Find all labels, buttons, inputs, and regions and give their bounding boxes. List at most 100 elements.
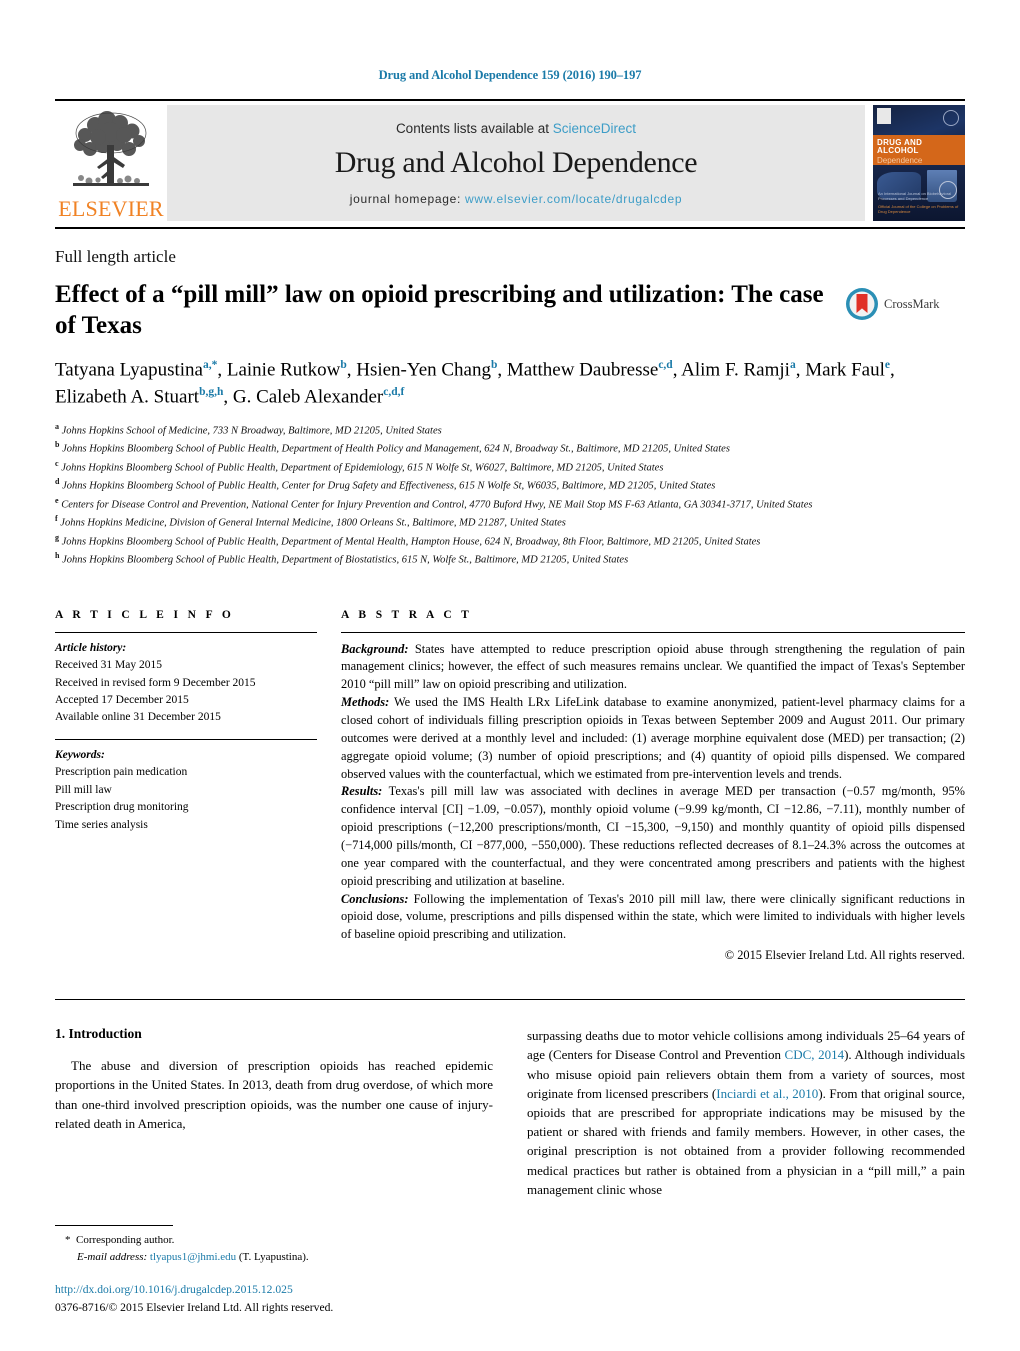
- crossmark-badge[interactable]: CrossMark: [845, 279, 965, 321]
- journal-homepage-link[interactable]: www.elsevier.com/locate/drugalcdep: [465, 192, 682, 206]
- abstract-results-label: Results:: [341, 784, 383, 799]
- keyword-item: Pill mill law: [55, 783, 112, 796]
- author-name[interactable]: Tatyana Lyapustina: [55, 359, 203, 380]
- affiliation-item: a Johns Hopkins School of Medicine, 733 …: [55, 421, 442, 437]
- title-row: Effect of a “pill mill” law on opioid pr…: [55, 279, 965, 341]
- affiliation-item: d Johns Hopkins Bloomberg School of Publ…: [55, 477, 716, 492]
- article-history-item: Available online 31 December 2015: [55, 711, 221, 724]
- abstract-background-text: States have attempted to reduce prescrip…: [341, 641, 965, 692]
- cover-society-seal-icon: [939, 181, 957, 199]
- abstract-conclusions: Conclusions: Following the implementatio…: [341, 891, 965, 945]
- article-type-label: Full length article: [55, 247, 176, 266]
- article-info-heading: A R T I C L E I N F O: [55, 608, 235, 621]
- author-name[interactable]: Lainie Rutkow: [227, 359, 340, 380]
- title-block: Effect of a “pill mill” law on opioid pr…: [55, 279, 845, 341]
- cover-title-line1: DRUG AND ALCOHOL: [877, 138, 923, 156]
- abstract-column: A B S T R A C T Background: States have …: [341, 609, 965, 965]
- affiliation-item: e Centers for Disease Control and Preven…: [55, 495, 813, 511]
- affiliation-item: f Johns Hopkins Medicine, Division of Ge…: [55, 514, 566, 529]
- keyword-items: Prescription pain medication Pill mill la…: [55, 764, 317, 834]
- article-history-item: Received 31 May 2015: [55, 659, 162, 672]
- cover-title-line2: Dependence: [877, 156, 923, 166]
- abstract-heading: A B S T R A C T: [341, 608, 473, 621]
- corresponding-author-line: * Corresponding author.: [55, 1232, 475, 1249]
- author-name[interactable]: G. Caleb Alexander: [233, 387, 383, 408]
- abstract-background: Background: States have attempted to red…: [341, 641, 965, 695]
- keyword-item: Prescription drug monitoring: [55, 801, 189, 814]
- abstract-methods-label: Methods:: [341, 695, 390, 710]
- body-columns: 1. Introduction The abuse and diversion …: [55, 1026, 965, 1199]
- abstract-copyright: © 2015 Elsevier Ireland Ltd. All rights …: [724, 948, 965, 963]
- footnote-rule: [55, 1225, 173, 1226]
- page-title: Effect of a “pill mill” law on opioid pr…: [55, 281, 824, 339]
- affiliation-mark: b: [55, 440, 60, 450]
- affiliation-mark: d: [55, 477, 60, 487]
- affiliation-item: g Johns Hopkins Bloomberg School of Publ…: [55, 532, 761, 548]
- cover-circle-icon: [943, 110, 959, 126]
- author-affiliation-marks: c,d,f: [383, 386, 405, 399]
- abstract-background-label: Background:: [341, 641, 409, 656]
- affiliation-mark: h: [55, 551, 60, 561]
- affiliation-mark: a: [55, 421, 59, 431]
- affiliation-mark: g: [55, 532, 59, 542]
- abstract-conclusions-text: Following the implementation of Texas's …: [341, 891, 965, 942]
- author-affiliation-marks: c,d: [658, 359, 673, 371]
- introduction-paragraph-left: The abuse and diversion of prescription …: [55, 1058, 493, 1131]
- journal-cover-thumbnail: DRUG AND ALCOHOL Dependence An Internati…: [873, 105, 965, 221]
- elsevier-tree-icon: [73, 111, 149, 186]
- article-history-items: Received 31 May 2015 Received in revised …: [55, 657, 317, 727]
- homepage-prefix: journal homepage:: [349, 191, 466, 206]
- keywords-label: Keywords:: [55, 748, 105, 761]
- doi-link[interactable]: http://dx.doi.org/10.1016/j.drugalcdep.2…: [55, 1281, 575, 1299]
- article-info-column: A R T I C L E I N F O Article history: R…: [55, 609, 317, 965]
- email-suffix: (T. Lyapustina).: [236, 1250, 309, 1263]
- footnote-block: * Corresponding author. E-mail address: …: [55, 1225, 475, 1265]
- keyword-item: Prescription pain medication: [55, 766, 188, 779]
- keywords-block: Keywords: Prescription pain medication Pi…: [55, 740, 317, 834]
- doi-block: http://dx.doi.org/10.1016/j.drugalcdep.2…: [55, 1281, 575, 1317]
- abstract-body: Background: States have attempted to red…: [341, 633, 965, 965]
- author-name[interactable]: Mark Faul: [805, 359, 885, 380]
- affiliation-mark: c: [55, 458, 59, 468]
- article-history-item: Accepted 17 December 2015: [55, 694, 189, 706]
- author-affiliation-marks: b,g,h: [199, 386, 224, 399]
- affiliation-item: b Johns Hopkins Bloomberg School of Publ…: [55, 440, 730, 455]
- email-link[interactable]: tlyapus1@jhmi.edu: [150, 1251, 236, 1263]
- corresponding-author-text: Corresponding author.: [76, 1234, 175, 1246]
- author-list: Tatyana Lyapustinaa,*, Lainie Rutkowb, H…: [55, 359, 895, 408]
- cover-title-band: DRUG AND ALCOHOL Dependence: [873, 135, 965, 166]
- abstract-conclusions-label: Conclusions:: [341, 891, 409, 906]
- crossmark-label: CrossMark: [884, 296, 940, 311]
- author-name[interactable]: Elizabeth A. Stuart: [55, 387, 199, 408]
- footnote-star: *: [65, 1234, 71, 1246]
- body-separator-rule: [55, 999, 965, 1001]
- affiliation-mark: f: [55, 514, 58, 524]
- journal-title: Drug and Alcohol Dependence: [334, 145, 698, 179]
- introduction-paragraph-right: surpassing deaths due to motor vehicle c…: [527, 1026, 965, 1199]
- cover-footer-text: Official Journal of the College on Probl…: [878, 203, 959, 215]
- crossmark-icon: [846, 288, 878, 320]
- keyword-item: Time series analysis: [55, 818, 148, 831]
- intro-right-part3: ). From that original source, opioids th…: [527, 1085, 965, 1197]
- affiliation-list: a Johns Hopkins School of Medicine, 733 …: [55, 421, 965, 569]
- abstract-results-text: Texas's pill mill law was associated wit…: [341, 784, 965, 888]
- info-abstract-section: A R T I C L E I N F O Article history: R…: [55, 609, 965, 965]
- email-line: E-mail address: tlyapus1@jhmi.edu (T. Ly…: [55, 1249, 475, 1266]
- article-history-block: Article history: Received 31 May 2015 Rec…: [55, 633, 317, 727]
- sciencedirect-link[interactable]: ScienceDirect: [553, 121, 636, 136]
- abstract-methods: Methods: We used the IMS Health LRx Life…: [341, 694, 965, 783]
- article-history-label: Article history:: [55, 641, 127, 654]
- affiliation-item: c Johns Hopkins Bloomberg School of Publ…: [55, 458, 664, 474]
- journal-band: Contents lists available at ScienceDirec…: [167, 105, 865, 221]
- contents-available-line: Contents lists available at ScienceDirec…: [396, 121, 636, 136]
- author-name[interactable]: Alim F. Ramji: [681, 359, 790, 380]
- author-affiliation-marks: b: [340, 359, 347, 371]
- contents-prefix: Contents lists available at: [395, 120, 553, 136]
- author-affiliation-marks: e: [884, 359, 890, 371]
- author-name[interactable]: Matthew Daubresse: [507, 359, 658, 380]
- elsevier-wordmark: ELSEVIER: [58, 196, 164, 221]
- citation-cdc-2014[interactable]: CDC, 2014: [785, 1047, 845, 1062]
- abstract-methods-text: We used the IMS Health LRx LifeLink data…: [341, 695, 965, 781]
- author-name[interactable]: Hsien-Yen Chang: [356, 359, 491, 380]
- citation-inciardi-2010[interactable]: Inciardi et al., 2010: [716, 1086, 818, 1101]
